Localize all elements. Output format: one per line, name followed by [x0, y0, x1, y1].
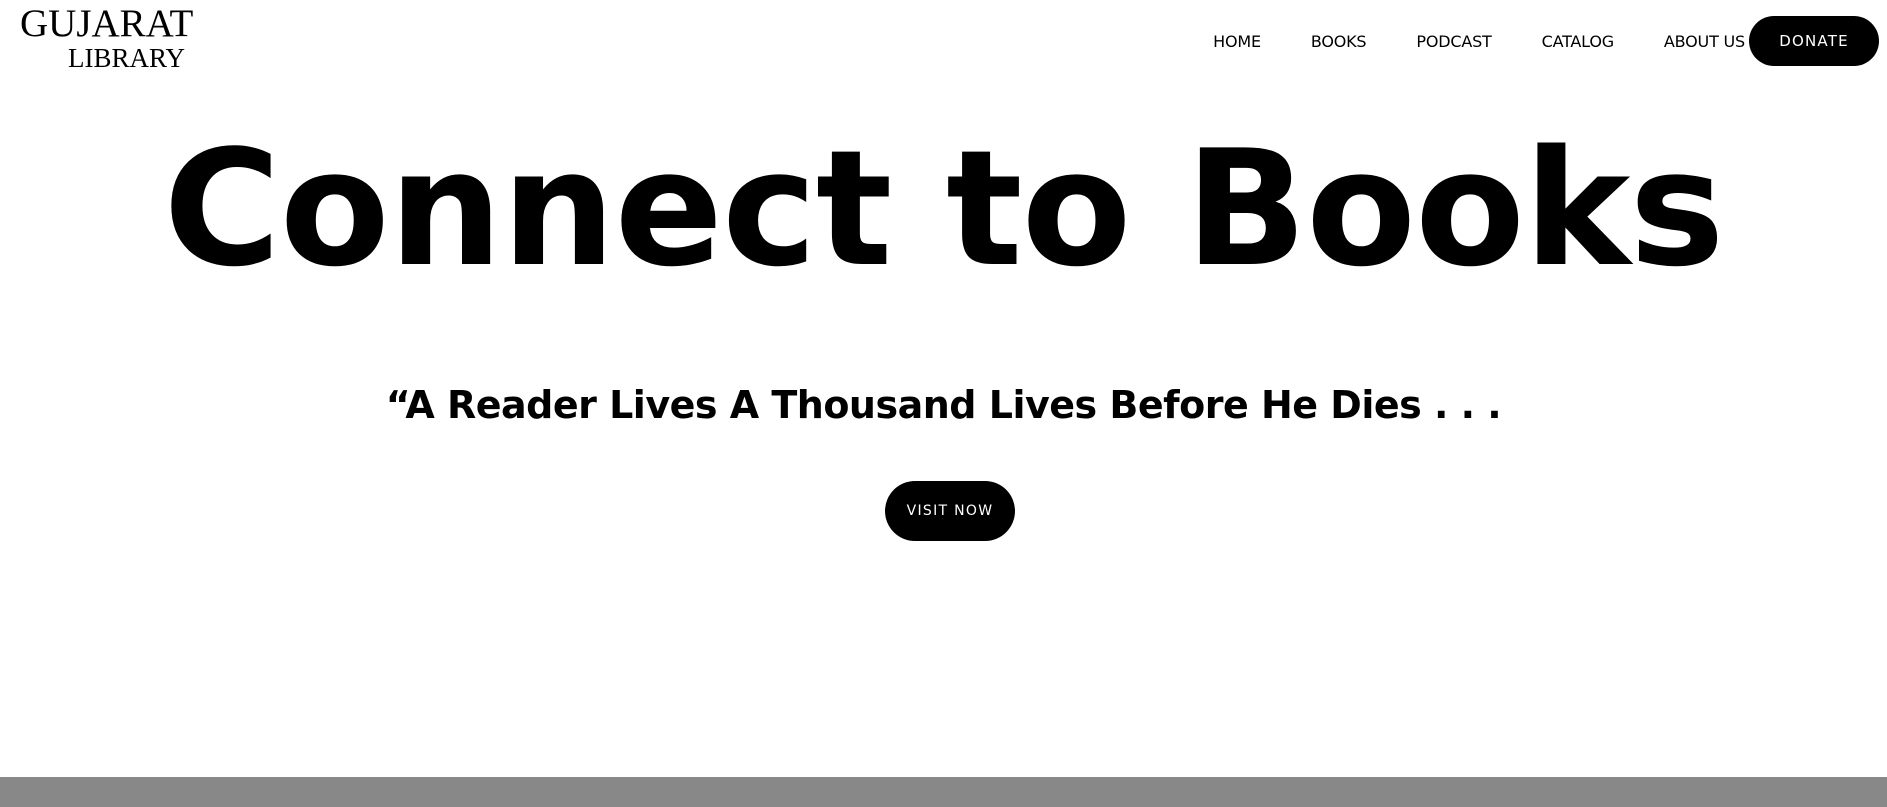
hero-quote: “A Reader Lives A Thousand Lives Before …	[385, 383, 1502, 427]
page: GUJARAT LIBRARY HOME BOOKS PODCAST CATAL…	[0, 0, 1887, 807]
visit-now-button[interactable]: VISIT NOW	[885, 481, 1015, 541]
nav-item-podcast[interactable]: PODCAST	[1416, 32, 1491, 51]
nav-item-catalog[interactable]: CATALOG	[1542, 32, 1614, 51]
nav-item-about-us[interactable]: ABOUT US	[1664, 32, 1745, 51]
donate-button[interactable]: DONATE	[1749, 16, 1879, 66]
hero-title: Connect to Books	[163, 115, 1724, 302]
logo-line-1: GUJARAT	[20, 2, 194, 45]
main-nav: HOME BOOKS PODCAST CATALOG ABOUT US DONA…	[1213, 16, 1879, 66]
nav-item-books[interactable]: BOOKS	[1311, 32, 1367, 51]
logo-line-2: LIBRARY	[67, 43, 185, 73]
logo[interactable]: GUJARAT LIBRARY	[20, 2, 194, 73]
nav-item-home[interactable]: HOME	[1213, 32, 1261, 51]
footer-band	[0, 777, 1887, 807]
